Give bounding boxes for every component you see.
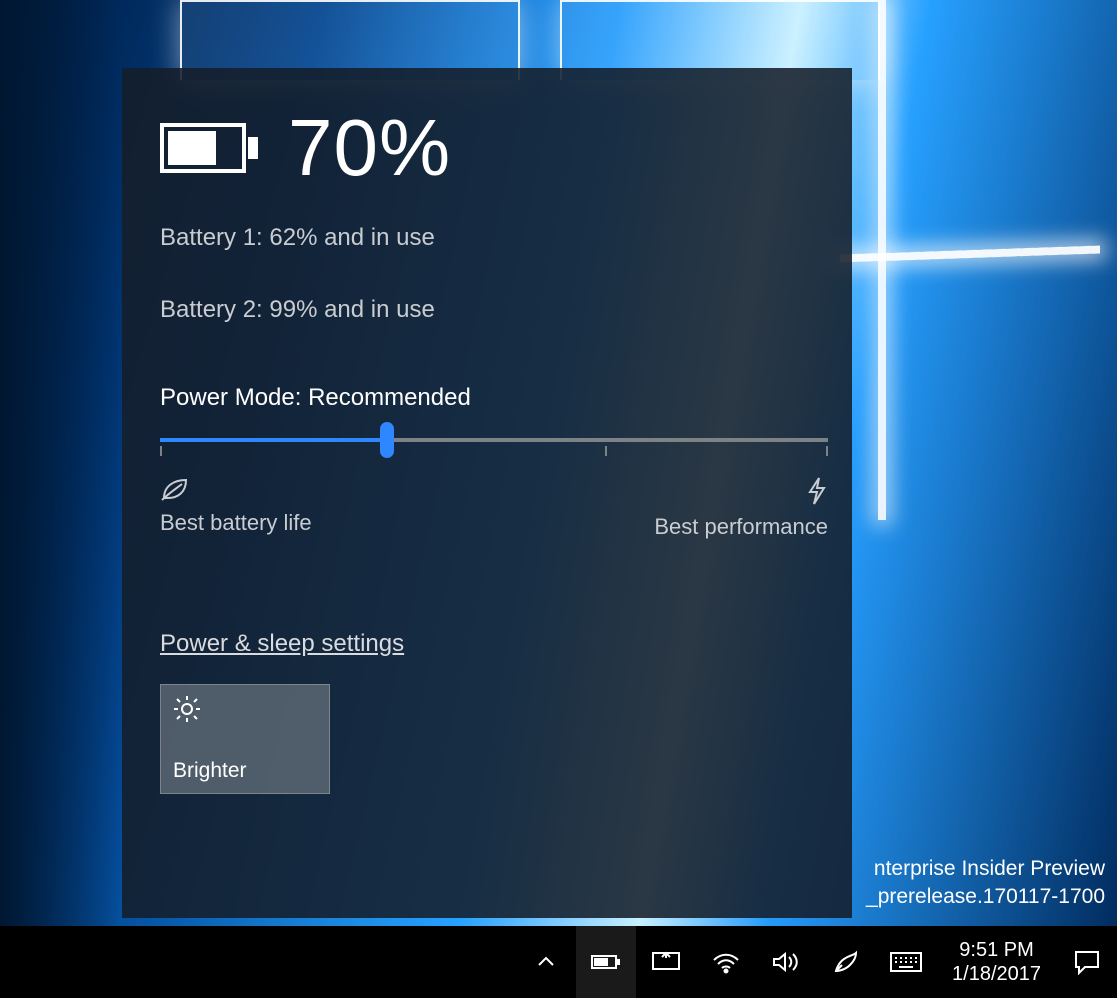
clock-time: 9:51 PM: [952, 938, 1041, 962]
watermark-line: nterprise Insider Preview: [866, 855, 1105, 882]
battery-large-icon: [160, 123, 256, 173]
tray-project-icon[interactable]: [636, 926, 696, 998]
leaf-icon: [160, 476, 312, 502]
power-mode-label: Power Mode: Recommended: [160, 384, 826, 412]
battery-1-status: Battery 1: 62% and in use: [160, 224, 826, 252]
slider-left-label: Best battery life: [160, 510, 312, 535]
tray-keyboard-icon[interactable]: [876, 926, 936, 998]
brightness-tile-label: Brighter: [173, 759, 317, 783]
slider-right-label: Best performance: [654, 514, 828, 539]
tray-battery-icon[interactable]: [576, 926, 636, 998]
taskbar: 9:51 PM 1/18/2017: [0, 926, 1117, 998]
tray-action-center-icon[interactable]: [1057, 926, 1117, 998]
tray-pen-icon[interactable]: [816, 926, 876, 998]
tray-overflow-button[interactable]: [516, 926, 576, 998]
tray-wifi-icon[interactable]: [696, 926, 756, 998]
lightning-icon: [806, 476, 828, 506]
battery-flyout: 70% Battery 1: 62% and in use Battery 2:…: [122, 68, 852, 918]
watermark-line: _prerelease.170117-1700: [866, 883, 1105, 910]
slider-thumb[interactable]: [380, 422, 394, 458]
power-mode-slider[interactable]: [160, 438, 828, 458]
tray-volume-icon[interactable]: [756, 926, 816, 998]
battery-percentage: 70%: [288, 102, 451, 194]
power-sleep-settings-link[interactable]: Power & sleep settings: [160, 630, 404, 658]
tray-clock[interactable]: 9:51 PM 1/18/2017: [936, 938, 1057, 986]
clock-date: 1/18/2017: [952, 962, 1041, 986]
brightness-tile[interactable]: Brighter: [160, 684, 330, 794]
battery-2-status: Battery 2: 99% and in use: [160, 296, 826, 324]
brightness-icon: [173, 695, 317, 723]
windows-watermark: nterprise Insider Preview _prerelease.17…: [866, 855, 1105, 910]
